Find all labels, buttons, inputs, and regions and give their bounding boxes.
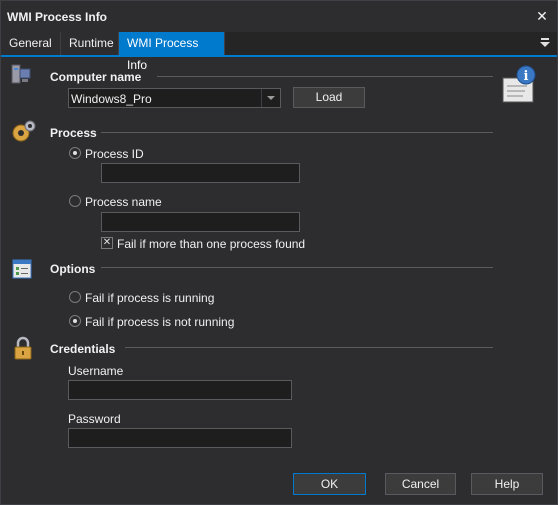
chevron-down-icon[interactable] <box>261 89 280 107</box>
load-button[interactable]: Load <box>293 87 365 108</box>
title-bar: WMI Process Info ✕ <box>1 1 557 32</box>
process-name-label: Process name <box>85 195 162 209</box>
tab-general[interactable]: General <box>1 32 61 55</box>
svg-text:i: i <box>524 69 529 84</box>
fail-not-running-label: Fail if process is not running <box>85 315 235 329</box>
username-field[interactable] <box>68 380 292 400</box>
fail-not-running-radio[interactable] <box>69 315 81 327</box>
close-icon[interactable]: ✕ <box>533 7 551 25</box>
tab-wmi-process-info[interactable]: WMI Process Info <box>119 32 225 72</box>
section-divider <box>157 76 493 77</box>
options-list-icon <box>12 259 32 279</box>
section-divider <box>101 132 493 133</box>
cancel-button[interactable]: Cancel <box>385 473 456 495</box>
help-button[interactable]: Help <box>471 473 543 495</box>
computer-icon <box>11 64 31 84</box>
process-id-radio[interactable] <box>69 147 81 159</box>
process-name-radio[interactable] <box>69 195 81 207</box>
gears-icon <box>12 120 36 142</box>
credentials-heading: Credentials <box>50 342 116 356</box>
options-heading: Options <box>50 262 96 276</box>
section-divider <box>101 267 493 268</box>
computer-name-heading: Computer name <box>50 70 142 84</box>
fail-multiple-checkbox[interactable]: ✕ <box>101 237 113 249</box>
computer-name-value: Windows8_Pro <box>71 92 152 106</box>
tab-runtime[interactable]: Runtime <box>61 32 119 55</box>
section-divider <box>125 347 493 348</box>
password-field[interactable] <box>68 428 292 448</box>
username-label: Username <box>68 364 124 378</box>
dialog-window: WMI Process Info ✕ General Runtime WMI P… <box>0 0 558 505</box>
process-id-label: Process ID <box>85 147 144 161</box>
window-title: WMI Process Info <box>7 10 108 24</box>
fail-running-radio[interactable] <box>69 291 81 303</box>
fail-multiple-label: Fail if more than one process found <box>117 237 306 251</box>
info-tool-icon: i <box>502 65 536 103</box>
password-label: Password <box>68 412 121 426</box>
computer-name-combo[interactable]: Windows8_Pro <box>68 88 281 108</box>
process-name-field[interactable] <box>101 212 300 232</box>
fail-running-label: Fail if process is running <box>85 291 215 305</box>
tab-menu-icon[interactable] <box>539 36 551 50</box>
tab-strip: General Runtime WMI Process Info <box>1 32 557 72</box>
lock-icon <box>14 336 32 360</box>
process-heading: Process <box>50 126 97 140</box>
ok-button[interactable]: OK <box>293 473 366 495</box>
process-id-field[interactable] <box>101 163 300 183</box>
